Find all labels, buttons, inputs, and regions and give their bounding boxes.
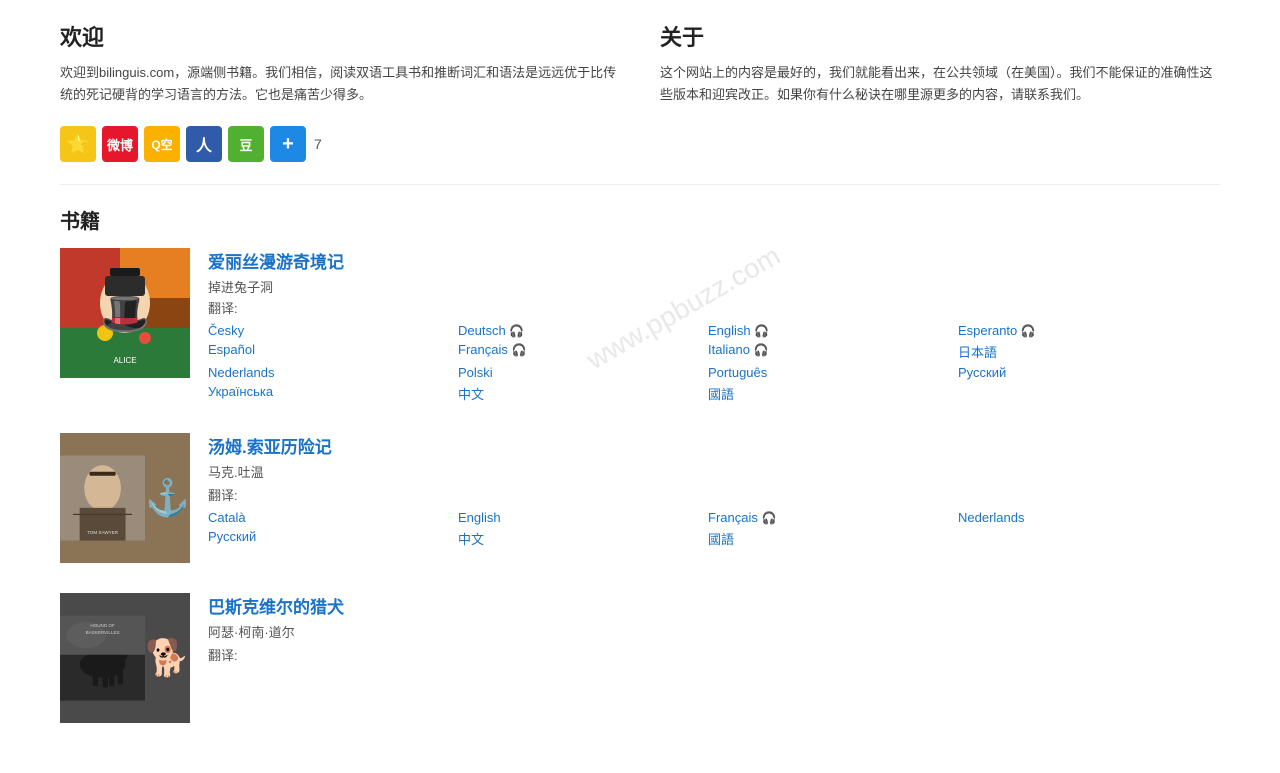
share-bar: ⭐ 微博 Q空 人 豆 + 7 (60, 126, 1220, 162)
translations-grid-tom: Català English Français 🎧 Nederlands Рус… (208, 510, 1220, 548)
book-subtitle-alice: 掉进兔子洞 (208, 277, 1220, 296)
welcome-title: 欢迎 (60, 20, 620, 52)
share-weibo-button[interactable]: 微博 (102, 126, 138, 162)
lang-espanol[interactable]: Español (208, 342, 458, 361)
lang-tom-english[interactable]: English (458, 510, 708, 525)
book-title-hound[interactable]: 巴斯克维尔的猎犬 (208, 593, 1220, 618)
about-text: 这个网站上的内容是最好的，我们就能看出来，在公共领域（在美国）。我们不能保证的准… (660, 62, 1220, 106)
share-count: 7 (314, 136, 322, 152)
book-author-hound: 阿瑟·柯南·道尔 (208, 622, 1220, 641)
lang-empty (958, 384, 1208, 403)
lang-italiano[interactable]: Italiano 🎧 (708, 342, 958, 361)
book-cover-tom: TOM SAWYER (60, 433, 190, 563)
share-qzone-button[interactable]: Q空 (144, 126, 180, 162)
books-section: 书籍 ALICE 爱丽丝漫游奇境记 掉进兔子洞 (60, 205, 1220, 723)
divider (60, 184, 1220, 185)
book-info-tom: 汤姆.索亚历险记 马克.吐温 翻译: Català English França… (208, 433, 1220, 548)
book-translations-label-tom: 翻译: (208, 485, 1220, 504)
lang-tom-chinese[interactable]: 中文 (458, 529, 708, 548)
book-cover-hound: HOUND OF BASKERVILLES (60, 593, 190, 723)
lang-tom-russian[interactable]: Русский (208, 529, 458, 548)
book-translations-label-hound: 翻译: (208, 645, 1220, 664)
share-plus-button[interactable]: + (270, 126, 306, 162)
lang-nederlands[interactable]: Nederlands (208, 365, 458, 380)
top-section: 欢迎 欢迎到bilinguis.com，源端侧书籍。我们相信，阅读双语工具书和推… (60, 20, 1220, 106)
book-info-alice: 爱丽丝漫游奇境记 掉进兔子洞 翻译: Česky Deutsch 🎧 Engli… (208, 248, 1220, 403)
lang-tom-empty (958, 529, 1208, 548)
book-cover-alice: ALICE (60, 248, 190, 378)
page-container: 欢迎 欢迎到bilinguis.com，源端侧书籍。我们相信，阅读双语工具书和推… (0, 0, 1280, 773)
book-title-alice[interactable]: 爱丽丝漫游奇境记 (208, 248, 1220, 273)
lang-tom-catala[interactable]: Català (208, 510, 458, 525)
lang-english[interactable]: English 🎧 (708, 323, 958, 338)
welcome-text: 欢迎到bilinguis.com，源端侧书籍。我们相信，阅读双语工具书和推断词汇… (60, 62, 620, 106)
lang-chinese[interactable]: 中文 (458, 384, 708, 403)
about-title: 关于 (660, 20, 1220, 52)
lang-russian[interactable]: Русский (958, 365, 1208, 380)
lang-tom-francais[interactable]: Français 🎧 (708, 510, 958, 525)
share-renren-button[interactable]: 人 (186, 126, 222, 162)
lang-polski[interactable]: Polski (458, 365, 708, 380)
book-item-alice: ALICE 爱丽丝漫游奇境记 掉进兔子洞 翻译: Česky Deutsch 🎧… (60, 248, 1220, 403)
lang-francais[interactable]: Français 🎧 (458, 342, 708, 361)
books-section-title: 书籍 (60, 205, 1220, 234)
about-section: 关于 这个网站上的内容是最好的，我们就能看出来，在公共领域（在美国）。我们不能保… (660, 20, 1220, 106)
lang-deutsch[interactable]: Deutsch 🎧 (458, 323, 708, 338)
share-douban-button[interactable]: 豆 (228, 126, 264, 162)
lang-esperanto[interactable]: Esperanto 🎧 (958, 323, 1208, 338)
lang-japanese[interactable]: 日本語 (958, 342, 1208, 361)
welcome-section: 欢迎 欢迎到bilinguis.com，源端侧书籍。我们相信，阅读双语工具书和推… (60, 20, 620, 106)
share-star-button[interactable]: ⭐ (60, 126, 96, 162)
lang-cesky[interactable]: Česky (208, 323, 458, 338)
book-item-hound: HOUND OF BASKERVILLES 巴斯克维尔的猎犬 阿瑟·柯南·道尔 … (60, 593, 1220, 723)
book-translations-label-alice: 翻译: (208, 298, 1220, 317)
book-info-hound: 巴斯克维尔的猎犬 阿瑟·柯南·道尔 翻译: (208, 593, 1220, 670)
svg-text:BASKERVILLES: BASKERVILLES (86, 630, 120, 635)
book-item-tom: TOM SAWYER 汤姆.索亚历险记 马克.吐温 翻译: Català Eng… (60, 433, 1220, 563)
lang-mandarin[interactable]: 國語 (708, 384, 958, 403)
lang-ukrainian[interactable]: Українська (208, 384, 458, 403)
translations-grid-alice: Česky Deutsch 🎧 English 🎧 Esperanto 🎧 Es… (208, 323, 1220, 403)
svg-text:HOUND OF: HOUND OF (90, 623, 115, 628)
book-author-tom: 马克.吐温 (208, 462, 1220, 481)
svg-text:TOM SAWYER: TOM SAWYER (87, 530, 119, 535)
lang-tom-nederlands[interactable]: Nederlands (958, 510, 1208, 525)
lang-tom-mandarin[interactable]: 國語 (708, 529, 958, 548)
svg-text:ALICE: ALICE (113, 356, 136, 365)
lang-portugues[interactable]: Português (708, 365, 958, 380)
book-title-tom[interactable]: 汤姆.索亚历险记 (208, 433, 1220, 458)
